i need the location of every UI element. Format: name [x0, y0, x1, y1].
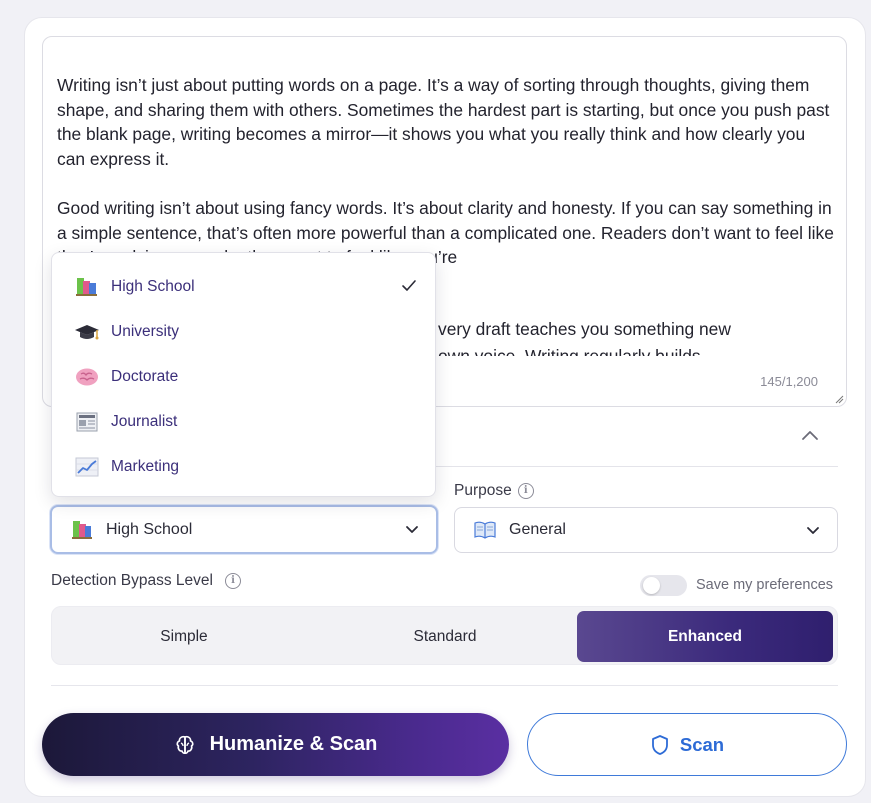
- scan-button[interactable]: Scan: [527, 713, 847, 776]
- save-preferences-toggle[interactable]: [640, 575, 687, 596]
- dropdown-item-label: University: [111, 322, 180, 340]
- dropdown-item-marketing[interactable]: Marketing: [52, 444, 437, 489]
- level-option-simple[interactable]: Simple: [56, 611, 312, 662]
- dropdown-item-high-school[interactable]: High School: [52, 264, 437, 309]
- readability-select-value: High School: [106, 520, 193, 538]
- check-icon: [401, 278, 417, 294]
- purpose-select-value: General: [509, 521, 566, 538]
- dropdown-item-label: High School: [111, 277, 195, 295]
- level-option-enhanced[interactable]: Enhanced: [577, 611, 833, 662]
- dropdown-item-label: Doctorate: [111, 367, 179, 385]
- purpose-label-text: Purpose: [454, 482, 512, 499]
- dropdown-item-journalist[interactable]: Journalist: [52, 399, 437, 444]
- purpose-select[interactable]: General: [454, 507, 838, 553]
- graduation-cap-icon: [74, 320, 100, 344]
- save-preferences-label: Save my preferences: [696, 577, 834, 593]
- divider: [51, 685, 838, 686]
- info-icon[interactable]: i: [224, 573, 241, 589]
- humanize-and-scan-button[interactable]: Humanize & Scan: [42, 713, 509, 776]
- chevron-down-icon: [406, 526, 418, 533]
- dropdown-item-label: Journalist: [111, 412, 178, 430]
- bypass-level-label-text: Detection Bypass Level: [51, 572, 213, 589]
- books-icon: [74, 275, 100, 299]
- chevron-down-icon: [807, 527, 819, 534]
- books-icon: [70, 519, 94, 541]
- editor-paragraph-1: Writing isn’t just about putting words o…: [57, 75, 830, 169]
- toggle-knob: [643, 577, 660, 594]
- chevron-up-icon[interactable]: [800, 426, 820, 446]
- character-counter: 145/1,200: [760, 374, 818, 389]
- readability-select[interactable]: High School: [50, 505, 438, 554]
- open-book-icon: [473, 519, 497, 541]
- shield-icon: [651, 734, 668, 755]
- bypass-level-label: Detection Bypass Level i: [51, 572, 241, 590]
- brain-icon: [74, 365, 100, 389]
- level-option-standard[interactable]: Standard: [317, 611, 573, 662]
- scan-label: Scan: [679, 733, 725, 755]
- purpose-label: Purpose i: [454, 482, 534, 500]
- dropdown-item-label: Marketing: [111, 457, 180, 475]
- editor-paragraph-3-fragment-b: own voice. Writing regularly builds: [438, 346, 701, 356]
- chart-increasing-icon: [74, 455, 100, 479]
- dropdown-item-university[interactable]: University: [52, 309, 437, 354]
- dropdown-item-doctorate[interactable]: Doctorate: [52, 354, 437, 399]
- info-icon[interactable]: i: [517, 483, 534, 499]
- humanize-and-scan-label: Humanize & Scan: [209, 733, 378, 755]
- brain-icon: [176, 735, 194, 754]
- bypass-level-segmented-control: Simple Standard Enhanced: [51, 606, 838, 665]
- editor-paragraph-3-fragment: very draft teaches you something new: [438, 319, 731, 339]
- newspaper-icon: [74, 410, 100, 434]
- readability-dropdown-menu: High School University Doctorate Journal…: [51, 252, 436, 497]
- resize-handle-icon[interactable]: [834, 394, 844, 404]
